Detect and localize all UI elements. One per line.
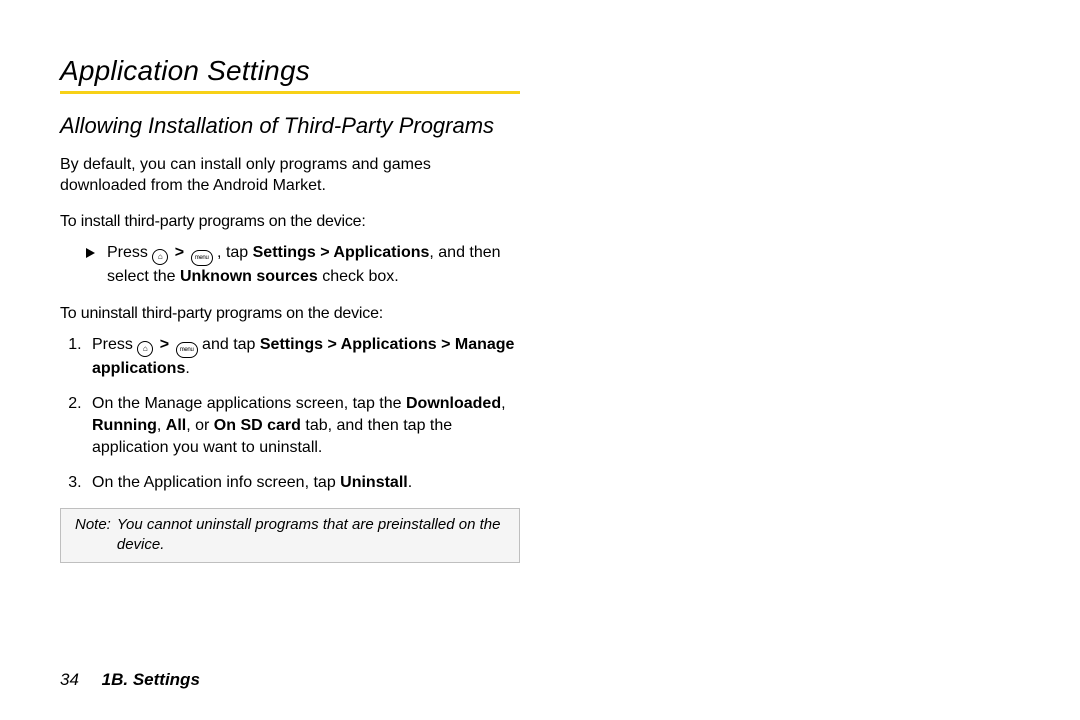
nav-path: Settings > Applications xyxy=(253,244,430,261)
triangle-bullet-icon xyxy=(86,248,95,258)
text: On the Manage applications screen, tap t… xyxy=(92,395,406,412)
uninstall-steps: Press ⌂ > menu and tap Settings > Applic… xyxy=(60,334,520,494)
install-lead: To install third-party programs on the d… xyxy=(60,211,520,233)
note-label: Note: xyxy=(75,515,117,556)
text: , tap xyxy=(217,244,253,261)
text: Press xyxy=(107,244,152,261)
tab-name: Running xyxy=(92,417,157,434)
uninstall-step-3: On the Application info screen, tap Unin… xyxy=(86,472,520,494)
text: and tap xyxy=(202,336,260,353)
text: , xyxy=(157,417,166,434)
tab-name: All xyxy=(166,417,186,434)
nav-path: Settings > Applications > Manage applica… xyxy=(92,336,514,377)
uninstall-step-1: Press ⌂ > menu and tap Settings > Applic… xyxy=(86,334,520,380)
page-number: 34 xyxy=(60,670,97,689)
tab-name: On SD card xyxy=(214,417,301,434)
manual-page: Application Settings Allowing Installati… xyxy=(0,0,1080,720)
breadcrumb-separator: > xyxy=(173,244,186,261)
note-text: You cannot uninstall programs that are p… xyxy=(117,515,509,556)
text: check box. xyxy=(318,268,399,285)
home-button-icon: ⌂ xyxy=(152,249,168,265)
note-box: Note: You cannot uninstall programs that… xyxy=(60,508,520,563)
install-step: Press ⌂ > menu , tap Settings > Applicat… xyxy=(60,242,520,288)
chapter-label: 1B. Settings xyxy=(102,670,200,689)
page-footer: 34 1B. Settings xyxy=(60,670,200,690)
text: . xyxy=(185,360,189,377)
subsection-title: Allowing Installation of Third-Party Pro… xyxy=(60,112,520,140)
option-name: Unknown sources xyxy=(180,268,318,285)
content-column: Application Settings Allowing Installati… xyxy=(60,55,520,563)
text: , xyxy=(501,395,505,412)
title-underline xyxy=(60,91,520,94)
text: Press xyxy=(92,336,137,353)
home-button-icon: ⌂ xyxy=(137,341,153,357)
section-title: Application Settings xyxy=(60,55,520,87)
breadcrumb-separator: > xyxy=(158,336,171,353)
text: , or xyxy=(186,417,214,434)
uninstall-step-2: On the Manage applications screen, tap t… xyxy=(86,393,520,460)
menu-button-icon: menu xyxy=(191,250,213,266)
action-name: Uninstall xyxy=(340,474,408,491)
text: . xyxy=(408,474,412,491)
install-step-text: Press ⌂ > menu , tap Settings > Applicat… xyxy=(107,242,520,288)
menu-button-icon: menu xyxy=(176,342,198,358)
text: On the Application info screen, tap xyxy=(92,474,340,491)
tab-name: Downloaded xyxy=(406,395,501,412)
intro-paragraph: By default, you can install only program… xyxy=(60,154,520,197)
uninstall-lead: To uninstall third-party programs on the… xyxy=(60,303,520,325)
